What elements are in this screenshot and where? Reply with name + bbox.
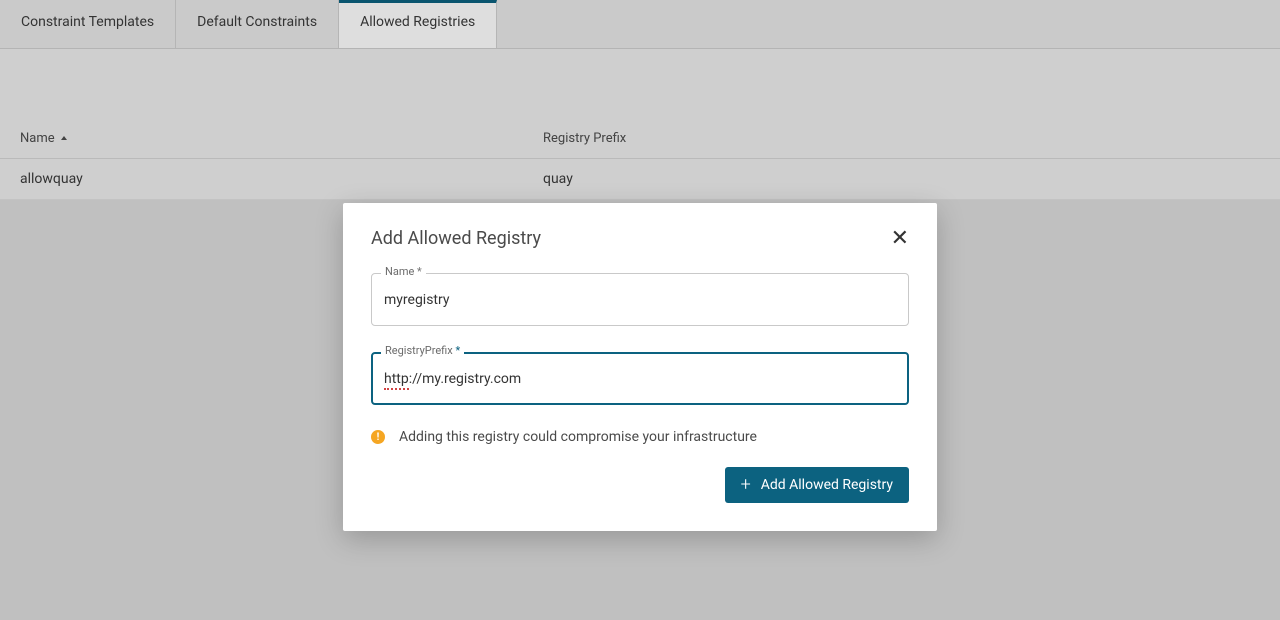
modal-footer: + Add Allowed Registry xyxy=(371,467,909,503)
modal-overlay[interactable]: Add Allowed Registry ✕ Name * RegistryPr… xyxy=(0,0,1280,620)
plus-icon: + xyxy=(741,476,751,494)
warning-text: Adding this registry could compromise yo… xyxy=(399,429,757,445)
close-icon: ✕ xyxy=(891,225,909,250)
prefix-field-label: RegistryPrefix * xyxy=(381,344,464,357)
modal-title: Add Allowed Registry xyxy=(371,228,541,249)
add-allowed-registry-button[interactable]: + Add Allowed Registry xyxy=(725,467,909,503)
warning-message: ! Adding this registry could compromise … xyxy=(371,429,909,445)
modal-header: Add Allowed Registry ✕ xyxy=(371,227,909,249)
required-indicator: * xyxy=(455,344,460,357)
label-text: Name xyxy=(385,265,414,278)
name-field-wrapper: Name * xyxy=(371,273,909,326)
add-registry-modal: Add Allowed Registry ✕ Name * RegistryPr… xyxy=(343,203,937,531)
name-field-label: Name * xyxy=(381,265,426,278)
name-input[interactable] xyxy=(371,273,909,326)
close-button[interactable]: ✕ xyxy=(891,227,909,249)
registry-prefix-input[interactable] xyxy=(371,352,909,405)
prefix-field-wrapper: RegistryPrefix * xyxy=(371,352,909,405)
button-label: Add Allowed Registry xyxy=(761,477,893,493)
label-text: RegistryPrefix xyxy=(385,344,453,357)
warning-icon: ! xyxy=(371,430,385,444)
required-indicator: * xyxy=(417,265,422,278)
